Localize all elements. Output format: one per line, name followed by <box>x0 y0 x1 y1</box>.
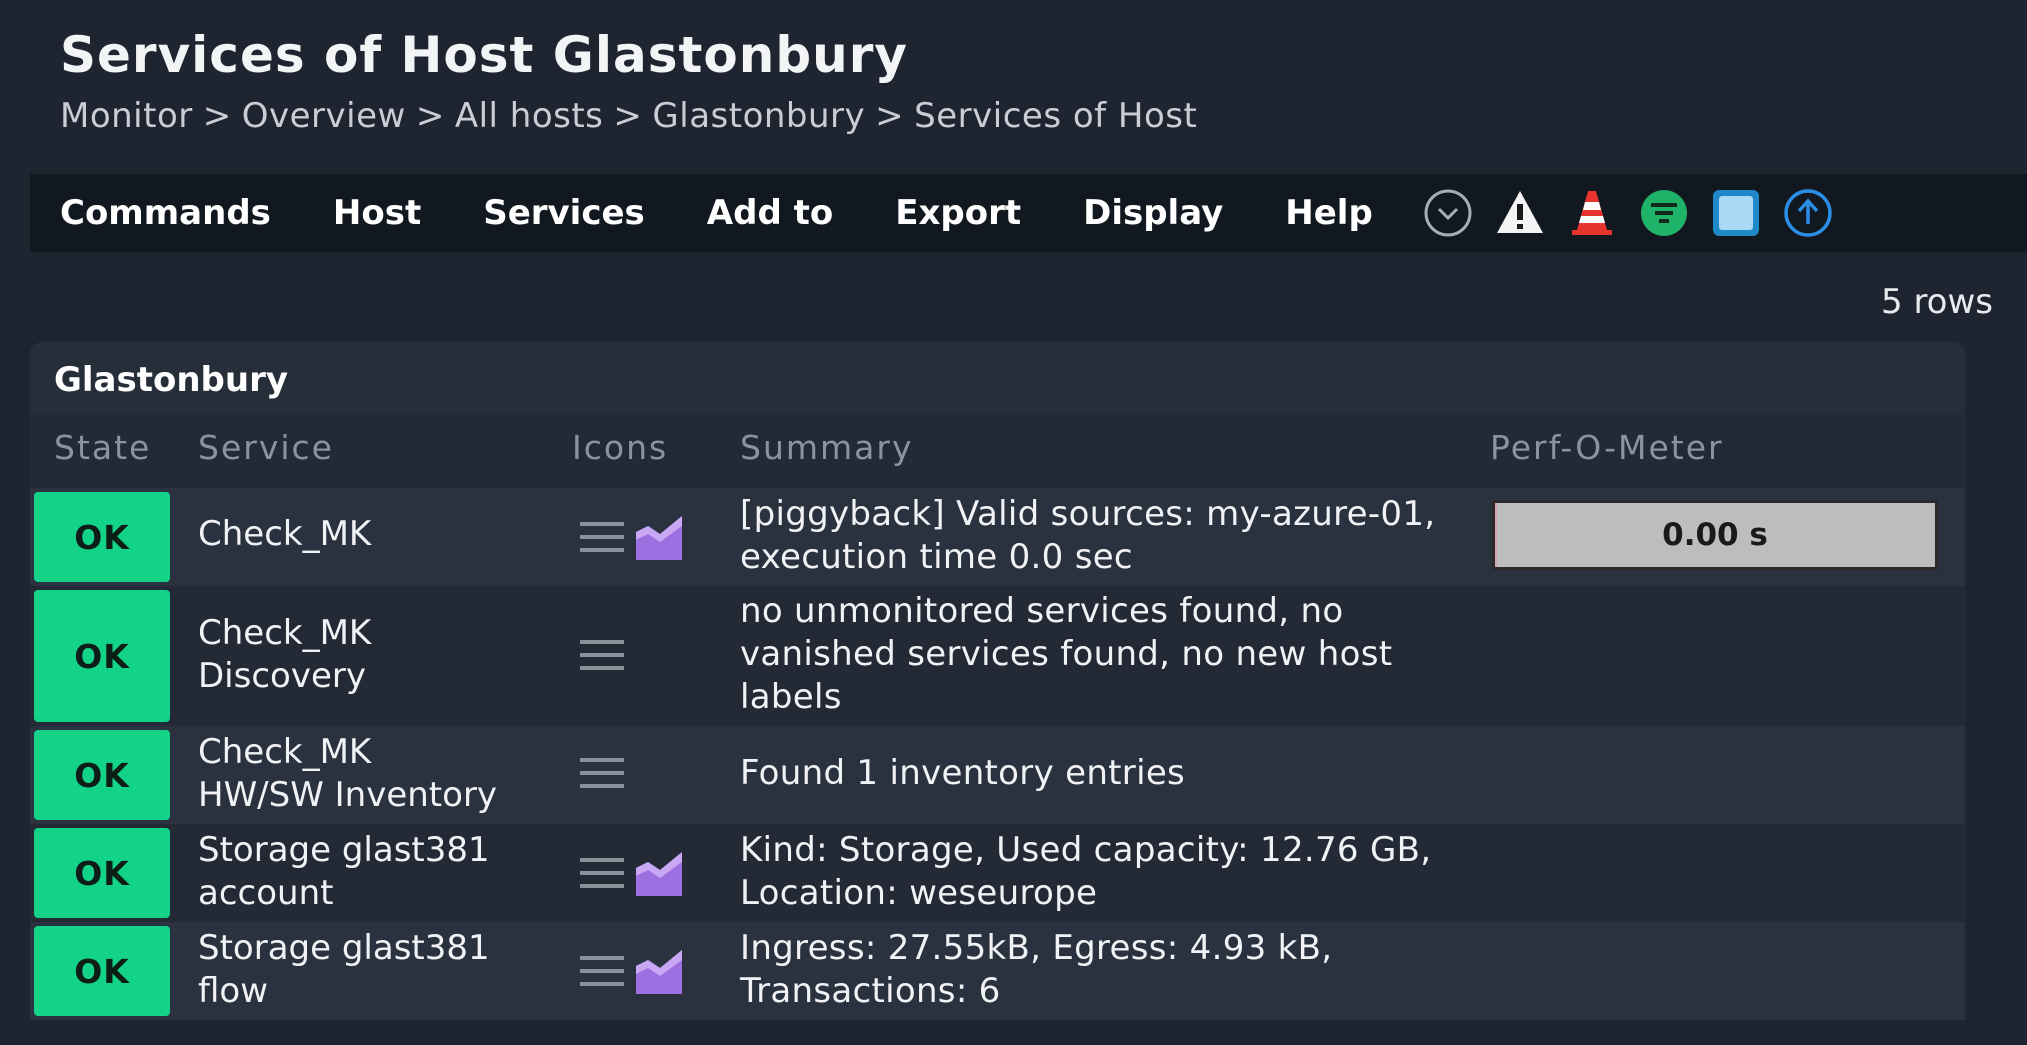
service-name[interactable]: Check_MK HW/SW Inventory <box>198 731 497 817</box>
service-summary: Ingress: 27.55kB, Egress: 4.93 kB, Trans… <box>740 927 1332 1013</box>
breadcrumb-separator: > <box>415 96 445 136</box>
table-row: OK Storage glast381 account Kind: Storag… <box>30 824 1965 922</box>
row-count: 5 rows <box>1881 282 1993 322</box>
table-row: OK Check_MK Discovery no unmonitored ser… <box>30 586 1965 726</box>
service-name-line: Storage glast381 <box>198 928 490 968</box>
row-icons <box>578 752 634 798</box>
perf-o-meter[interactable]: 0.00 s <box>1492 500 1938 570</box>
summary-line: Location: weseurope <box>740 873 1098 913</box>
state-badge[interactable]: OK <box>34 828 170 918</box>
summary-line: Ingress: 27.55kB, Egress: 4.93 kB, <box>740 928 1333 968</box>
menu-add-to[interactable]: Add to <box>707 193 833 233</box>
service-name-line: HW/SW Inventory <box>198 775 498 815</box>
breadcrumb-services-of-host[interactable]: Services of Host <box>914 96 1197 136</box>
summary-line: labels <box>740 677 842 717</box>
host-group-title[interactable]: Glastonbury <box>54 360 288 400</box>
menu-icon[interactable] <box>578 852 626 898</box>
summary-line: vanished services found, no new host <box>740 634 1393 674</box>
service-name-line: Check_MK <box>198 613 372 653</box>
service-summary: [piggyback] Valid sources: my-azure-01, … <box>740 493 1435 579</box>
breadcrumb-separator: > <box>875 96 905 136</box>
state-badge[interactable]: OK <box>34 492 170 582</box>
menu-bar: Commands Host Services Add to Export Dis… <box>30 174 2027 252</box>
breadcrumb-glastonbury[interactable]: Glastonbury <box>652 96 865 136</box>
graph-icon[interactable] <box>634 946 684 1000</box>
service-name[interactable]: Check_MK <box>198 513 371 556</box>
menu-icon[interactable] <box>578 516 626 562</box>
graph-icon[interactable] <box>634 848 684 902</box>
chevron-down-circle-icon[interactable] <box>1423 188 1473 238</box>
service-summary: Kind: Storage, Used capacity: 12.76 GB, … <box>740 829 1431 915</box>
summary-line: Transactions: 6 <box>740 971 1001 1011</box>
traffic-cone-icon[interactable] <box>1567 188 1617 238</box>
filter-icon[interactable] <box>1639 188 1689 238</box>
service-name-line: Check_MK <box>198 732 372 772</box>
menu-host[interactable]: Host <box>333 193 421 233</box>
table-row: OK Storage glast381 flow Ingress: 27.55k… <box>30 922 1965 1020</box>
summary-line: Found 1 inventory entries <box>740 753 1186 793</box>
column-header-summary[interactable]: Summary <box>740 428 913 467</box>
summary-line: [piggyback] Valid sources: my-azure-01, <box>740 494 1436 534</box>
summary-line: execution time 0.0 sec <box>740 537 1133 577</box>
service-name-line: Storage glast381 <box>198 830 490 870</box>
menu-icon[interactable] <box>578 752 626 798</box>
column-header-icons: Icons <box>572 428 669 467</box>
toolbar-icons <box>1423 188 1855 238</box>
row-icons <box>578 848 692 902</box>
service-name[interactable]: Storage glast381 flow <box>198 927 490 1013</box>
service-name[interactable]: Check_MK Discovery <box>198 612 371 698</box>
table-row: OK Check_MK HW/SW Inventory Found 1 inve… <box>30 726 1965 824</box>
state-badge[interactable]: OK <box>34 730 170 820</box>
warning-icon[interactable] <box>1495 188 1545 238</box>
breadcrumb-monitor[interactable]: Monitor <box>60 96 193 136</box>
summary-line: Kind: Storage, Used capacity: 12.76 GB, <box>740 830 1432 870</box>
service-name[interactable]: Storage glast381 account <box>198 829 490 915</box>
service-name-line: flow <box>198 971 269 1011</box>
breadcrumb-separator: > <box>202 96 232 136</box>
row-icons <box>578 946 692 1000</box>
menu-services[interactable]: Services <box>483 193 645 233</box>
state-badge[interactable]: OK <box>34 926 170 1016</box>
table-header: State Service Icons Summary Perf-O-Meter <box>30 414 1965 488</box>
menu-help[interactable]: Help <box>1285 193 1373 233</box>
service-summary: no unmonitored services found, no vanish… <box>740 590 1392 719</box>
service-summary: Found 1 inventory entries <box>740 752 1185 795</box>
square-toggle-icon[interactable] <box>1711 188 1761 238</box>
menu-commands[interactable]: Commands <box>60 193 271 233</box>
menu-display[interactable]: Display <box>1083 193 1223 233</box>
service-name-line: account <box>198 873 334 913</box>
service-name-line: Check_MK <box>198 514 372 554</box>
page-title: Services of Host Glastonbury <box>60 26 908 84</box>
perf-o-meter-value: 0.00 s <box>1662 517 1768 553</box>
perf-o-meter-fill <box>1495 503 1498 567</box>
state-badge[interactable]: OK <box>34 590 170 722</box>
table-row: OK Check_MK [piggyback] Valid sources: m… <box>30 488 1965 586</box>
menu-export[interactable]: Export <box>895 193 1021 233</box>
column-header-state[interactable]: State <box>54 428 151 467</box>
column-header-service[interactable]: Service <box>198 428 334 467</box>
breadcrumb: Monitor > Overview > All hosts > Glastonbury > S… <box>60 96 1207 136</box>
graph-icon[interactable] <box>634 512 684 566</box>
summary-line: no unmonitored services found, no <box>740 591 1344 631</box>
services-table: Glastonbury State Service Icons Summary … <box>30 342 1965 1020</box>
breadcrumb-separator: > <box>613 96 643 136</box>
breadcrumb-all-hosts[interactable]: All hosts <box>455 96 604 136</box>
row-icons <box>578 512 692 566</box>
column-header-perf-o-meter[interactable]: Perf-O-Meter <box>1490 428 1724 467</box>
service-name-line: Discovery <box>198 656 366 696</box>
menu-icon[interactable] <box>578 950 626 996</box>
menu-icon[interactable] <box>578 634 626 680</box>
breadcrumb-overview[interactable]: Overview <box>242 96 406 136</box>
arrow-up-circle-icon[interactable] <box>1783 188 1833 238</box>
row-icons <box>578 634 634 680</box>
